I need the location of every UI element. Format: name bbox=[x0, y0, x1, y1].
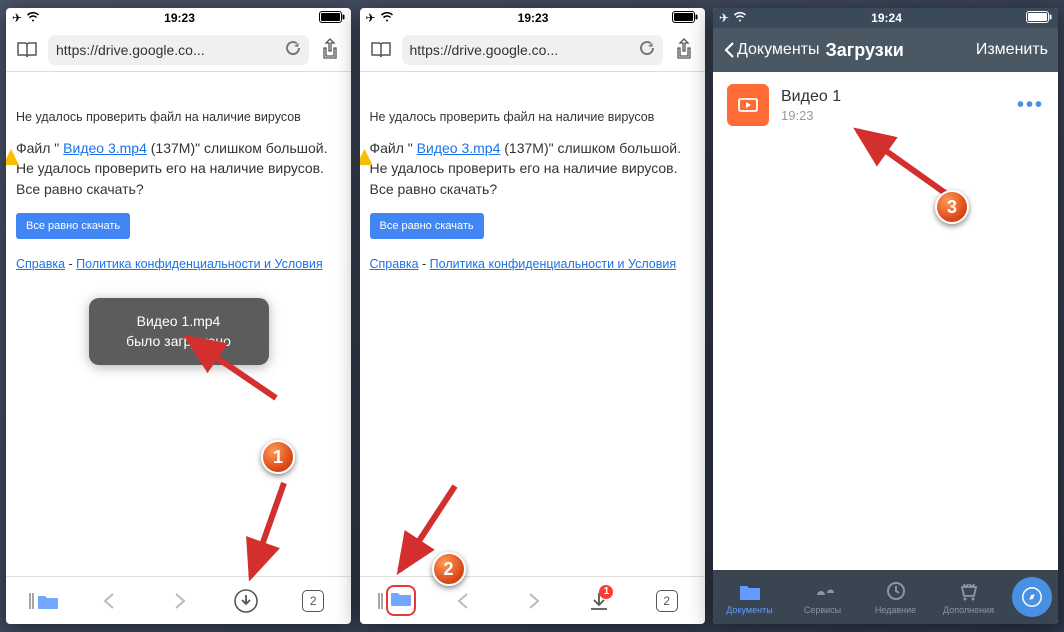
airplane-icon: ✈ bbox=[719, 11, 729, 25]
url-field[interactable]: https://drive.google.co... bbox=[48, 35, 309, 65]
virus-warning-body: Файл " Видео 3.mp4 (137M)" слишком больш… bbox=[16, 138, 341, 199]
status-time: 19:23 bbox=[164, 11, 195, 25]
reload-icon[interactable] bbox=[639, 40, 655, 59]
tabs-btn[interactable]: 2 bbox=[645, 581, 689, 621]
folder-icon bbox=[390, 589, 412, 607]
tabs-btn[interactable]: 2 bbox=[291, 581, 335, 621]
status-bar: ✈ 19:23 bbox=[6, 8, 351, 28]
reload-icon[interactable] bbox=[285, 40, 301, 59]
back-btn[interactable] bbox=[443, 581, 487, 621]
footer-links: Справка - Политика конфиденциальности и … bbox=[370, 257, 695, 271]
tab-compass[interactable] bbox=[1012, 577, 1052, 617]
download-badge: 1 bbox=[599, 585, 613, 599]
url-text: https://drive.google.co... bbox=[56, 42, 279, 58]
file-link[interactable]: Видео 3.mp4 bbox=[63, 140, 147, 156]
tab-recent[interactable]: Недавние bbox=[866, 580, 926, 615]
tab-documents[interactable]: Документы bbox=[720, 580, 780, 615]
back-button[interactable]: Документы bbox=[723, 41, 819, 59]
bottom-toolbar: 2 bbox=[6, 576, 351, 624]
page-content: Не удалось проверить файл на наличие вир… bbox=[360, 72, 705, 576]
help-link[interactable]: Справка bbox=[370, 257, 419, 271]
wifi-icon bbox=[26, 11, 40, 26]
wifi-icon bbox=[380, 11, 394, 26]
status-bar: ✈ 19:24 bbox=[713, 8, 1058, 28]
share-icon[interactable] bbox=[315, 35, 345, 65]
callout-1: 1 bbox=[261, 440, 295, 474]
battery-icon bbox=[672, 11, 698, 26]
privacy-link[interactable]: Политика конфиденциальности и Условия bbox=[430, 257, 676, 271]
phone-screen-3: ✈ 19:24 Документы Загрузки Изменить Виде… bbox=[713, 8, 1058, 624]
forward-btn[interactable] bbox=[510, 581, 554, 621]
file-time: 19:23 bbox=[781, 108, 1005, 123]
airplane-icon: ✈ bbox=[366, 11, 376, 25]
virus-warning-title: Не удалось проверить файл на наличие вир… bbox=[16, 110, 341, 124]
file-link[interactable]: Видео 3.mp4 bbox=[417, 140, 501, 156]
phone-screen-1: ✈ 19:23 https://drive.google.co... Не у bbox=[6, 8, 351, 624]
tab-services[interactable]: Сервисы bbox=[793, 580, 853, 615]
downloads-btn[interactable]: 1 bbox=[577, 581, 621, 621]
wifi-icon bbox=[733, 11, 747, 26]
status-time: 19:23 bbox=[518, 11, 549, 25]
file-row[interactable]: Видео 1 19:23 ••• bbox=[713, 72, 1058, 138]
airplane-icon: ✈ bbox=[12, 11, 22, 25]
virus-warning-title: Не удалось проверить файл на наличие вир… bbox=[370, 110, 695, 124]
download-anyway-button[interactable]: Все равно скачать bbox=[16, 213, 130, 239]
tab-addons[interactable]: Дополнения bbox=[939, 580, 999, 615]
download-toast: Видео 1.mp4 было загружено bbox=[89, 298, 269, 365]
privacy-link[interactable]: Политика конфиденциальности и Условия bbox=[76, 257, 322, 271]
footer-links: Справка - Политика конфиденциальности и … bbox=[16, 257, 341, 271]
phone-screen-2: ✈ 19:23 https://drive.google.co... Не у bbox=[360, 8, 705, 624]
video-file-icon bbox=[727, 84, 769, 126]
book-icon[interactable] bbox=[12, 35, 42, 65]
tab-bar: Документы Сервисы Недавние Дополнения bbox=[713, 570, 1058, 624]
status-time: 19:24 bbox=[871, 11, 902, 25]
virus-warning-body: Файл " Видео 3.mp4 (137M)" слишком больш… bbox=[370, 138, 695, 199]
download-anyway-button[interactable]: Все равно скачать bbox=[370, 213, 484, 239]
forward-btn[interactable] bbox=[156, 581, 200, 621]
battery-icon bbox=[319, 11, 345, 26]
folder-icon bbox=[37, 592, 59, 610]
browser-toolbar: https://drive.google.co... bbox=[6, 28, 351, 72]
callout-2: 2 bbox=[432, 552, 466, 586]
file-more-btn[interactable]: ••• bbox=[1017, 94, 1044, 117]
nav-title: Загрузки bbox=[825, 40, 903, 61]
sidebar-toggle-btn[interactable] bbox=[375, 581, 419, 621]
status-bar: ✈ 19:23 bbox=[360, 8, 705, 28]
file-list: Видео 1 19:23 ••• bbox=[713, 72, 1058, 570]
nav-bar: Документы Загрузки Изменить bbox=[713, 28, 1058, 72]
help-link[interactable]: Справка bbox=[16, 257, 65, 271]
back-btn[interactable] bbox=[89, 581, 133, 621]
share-icon[interactable] bbox=[669, 35, 699, 65]
sidebar-toggle-btn[interactable] bbox=[22, 581, 66, 621]
edit-button[interactable]: Изменить bbox=[976, 41, 1048, 59]
url-field[interactable]: https://drive.google.co... bbox=[402, 35, 663, 65]
downloads-btn[interactable] bbox=[224, 581, 268, 621]
file-meta: Видео 1 19:23 bbox=[781, 88, 1005, 123]
book-icon[interactable] bbox=[366, 35, 396, 65]
battery-icon bbox=[1026, 11, 1052, 26]
folder-highlight bbox=[386, 585, 416, 616]
browser-toolbar: https://drive.google.co... bbox=[360, 28, 705, 72]
callout-3: 3 bbox=[935, 190, 969, 224]
bottom-toolbar: 1 2 bbox=[360, 576, 705, 624]
file-name: Видео 1 bbox=[781, 88, 1005, 106]
